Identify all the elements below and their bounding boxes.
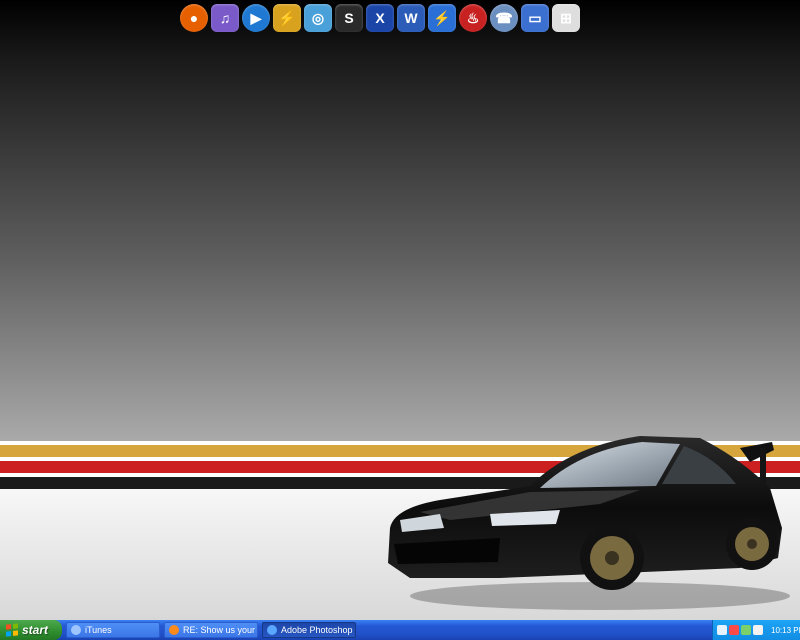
taskbar-button-label: iTunes: [85, 625, 112, 635]
volume-icon[interactable]: [753, 625, 763, 635]
taskbar: start iTunes RE: Show us your De... Adobe …: [0, 620, 800, 640]
taskbar-buttons: iTunes RE: Show us your De... Adobe Photos…: [62, 622, 356, 638]
windows-logo-icon: [6, 623, 18, 637]
winamp-icon[interactable]: ⚡: [273, 4, 301, 32]
windows-logo-icon[interactable]: ⊞: [552, 4, 580, 32]
clock[interactable]: 10:13 PM: [771, 626, 800, 635]
dock-bar: ● ♫ ▶ ⚡ ◎ S X W ⚡ ♨ ☎ ▭ ⊞: [180, 0, 580, 36]
antivirus-icon[interactable]: [729, 625, 739, 635]
itunes-icon: [71, 625, 81, 635]
tray-icons: [717, 625, 763, 635]
media-player-icon[interactable]: ▶: [242, 4, 270, 32]
desktop-wallpaper: ● ♫ ▶ ⚡ ◎ S X W ⚡ ♨ ☎ ▭ ⊞: [0, 0, 800, 620]
steam-icon[interactable]: S: [335, 4, 363, 32]
network-globe-icon[interactable]: ◎: [304, 4, 332, 32]
taskbar-button-3[interactable]: Adobe Photoshop: [262, 622, 356, 638]
itunes-icon[interactable]: ♫: [211, 4, 239, 32]
fire-icon[interactable]: ♨: [459, 4, 487, 32]
firefox-icon: [169, 625, 179, 635]
photoshop-icon: [267, 625, 277, 635]
taskbar-button-label: RE: Show us your De...: [183, 625, 257, 635]
system-tray: 10:13 PM: [712, 620, 800, 640]
messenger-icon[interactable]: [741, 625, 751, 635]
lightning-icon[interactable]: ⚡: [428, 4, 456, 32]
taskbar-button-1[interactable]: iTunes: [66, 622, 160, 638]
firefox-icon[interactable]: ●: [180, 4, 208, 32]
xfire-icon[interactable]: X: [366, 4, 394, 32]
monitor-icon[interactable]: ▭: [521, 4, 549, 32]
taskbar-button-label: Adobe Photoshop: [281, 625, 353, 635]
taskbar-button-2[interactable]: RE: Show us your De...: [164, 622, 258, 638]
network-icon[interactable]: [717, 625, 727, 635]
microsoft-word-icon[interactable]: W: [397, 4, 425, 32]
car-image: [388, 436, 790, 610]
start-button[interactable]: start: [0, 620, 62, 640]
start-label: start: [22, 623, 49, 637]
phone-icon[interactable]: ☎: [490, 4, 518, 32]
